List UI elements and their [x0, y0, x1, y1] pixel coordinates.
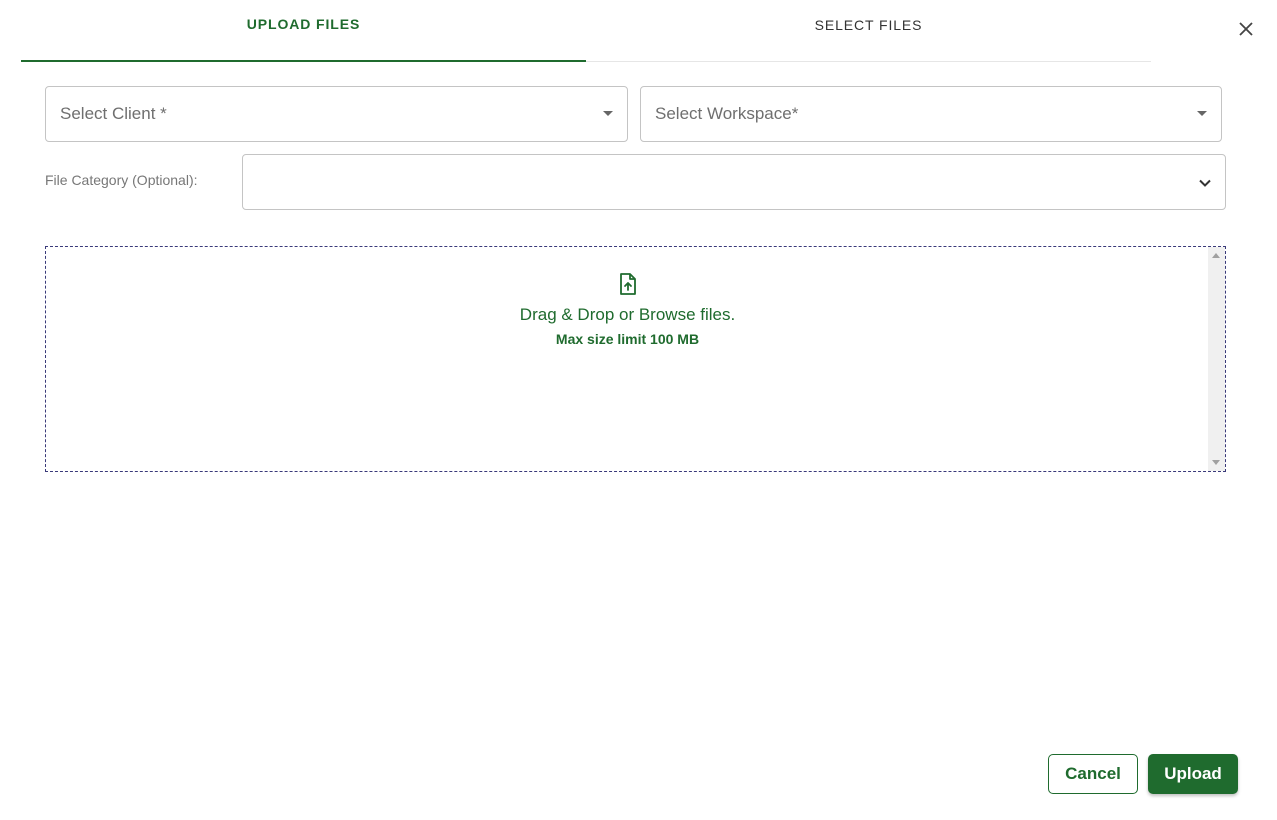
chevron-down-icon	[1199, 179, 1211, 187]
scroll-up-arrow-icon[interactable]	[1212, 253, 1220, 258]
upload-button[interactable]: Upload	[1148, 754, 1238, 794]
close-icon	[1239, 22, 1253, 36]
close-button[interactable]	[1234, 17, 1258, 41]
file-category-select[interactable]	[242, 154, 1226, 210]
caret-down-icon	[603, 111, 613, 116]
drop-zone-scrollbar[interactable]	[1208, 247, 1225, 471]
tab-select-files[interactable]: SELECT FILES	[586, 0, 1151, 62]
tab-bar: UPLOAD FILES SELECT FILES	[21, 0, 1151, 62]
file-upload-icon	[619, 273, 636, 295]
file-category-label: File Category (Optional):	[45, 172, 198, 188]
size-limit-text: Max size limit 100 MB	[555, 331, 700, 347]
client-select-placeholder: Select Client *	[60, 104, 167, 123]
caret-down-icon	[1197, 111, 1207, 116]
tab-upload-files[interactable]: UPLOAD FILES	[21, 0, 586, 62]
client-select[interactable]: Select Client *	[45, 86, 628, 142]
upload-dialog: UPLOAD FILES SELECT FILES Select Client …	[0, 0, 1277, 820]
cancel-button[interactable]: Cancel	[1048, 754, 1138, 794]
drop-zone-text[interactable]: Drag & Drop or Browse files.	[520, 305, 735, 325]
scroll-down-arrow-icon[interactable]	[1212, 460, 1220, 465]
workspace-select-placeholder: Select Workspace*	[655, 104, 799, 123]
drop-zone-content: Drag & Drop or Browse files. Max size li…	[46, 273, 1209, 347]
workspace-select[interactable]: Select Workspace*	[640, 86, 1222, 142]
file-drop-zone[interactable]: Drag & Drop or Browse files. Max size li…	[45, 246, 1226, 472]
